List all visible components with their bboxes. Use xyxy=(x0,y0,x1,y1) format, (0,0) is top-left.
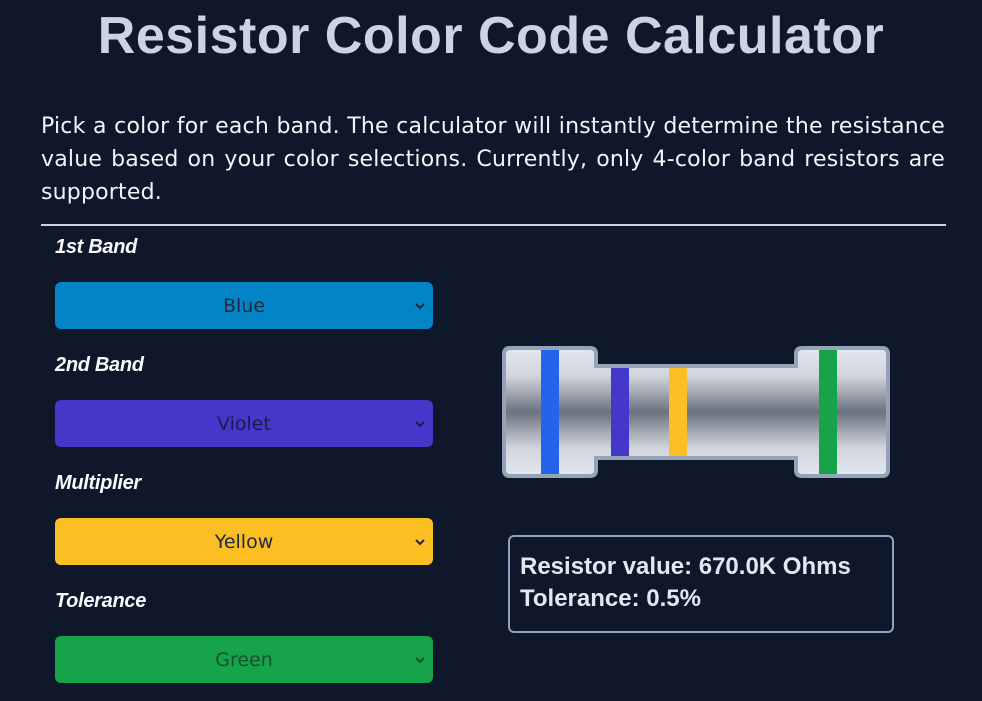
multiplier-selected-value: Yellow xyxy=(214,530,274,553)
band-2-selected-value: Violet xyxy=(217,412,271,435)
chevron-down-icon xyxy=(415,302,425,309)
multiplier-select[interactable]: Yellow xyxy=(55,518,433,565)
tolerance-text: Tolerance: 0.5% xyxy=(520,585,701,612)
tolerance-selected-value: Green xyxy=(215,648,273,671)
chevron-down-icon xyxy=(415,420,425,427)
resistor-value-text: Resistor value: 670.0K Ohms xyxy=(520,553,851,580)
divider xyxy=(41,224,946,226)
page: Resistor Color Code Calculator Pick a co… xyxy=(0,0,982,701)
band-2-select[interactable]: Violet xyxy=(55,400,433,447)
intro-text: Pick a color for each band. The calculat… xyxy=(41,114,945,205)
multiplier-stripe xyxy=(669,368,687,456)
chevron-down-icon xyxy=(415,656,425,663)
page-title: Resistor Color Code Calculator xyxy=(97,7,885,65)
band-1-stripe xyxy=(541,350,559,474)
band-1-select[interactable]: Blue xyxy=(55,282,433,329)
tolerance-select[interactable]: Green xyxy=(55,636,433,683)
resistor-illustration xyxy=(502,346,890,478)
tolerance-label: Tolerance xyxy=(55,590,147,612)
band-2-label: 2nd Band xyxy=(55,354,144,376)
chevron-down-icon xyxy=(415,538,425,545)
band-1-selected-value: Blue xyxy=(222,294,266,317)
multiplier-label: Multiplier xyxy=(55,472,141,494)
band-1-label: 1st Band xyxy=(55,236,138,258)
band-2-stripe xyxy=(611,368,629,456)
tolerance-stripe xyxy=(819,350,837,474)
result-box: Resistor value: 670.0K Ohms Tolerance: 0… xyxy=(508,535,894,633)
